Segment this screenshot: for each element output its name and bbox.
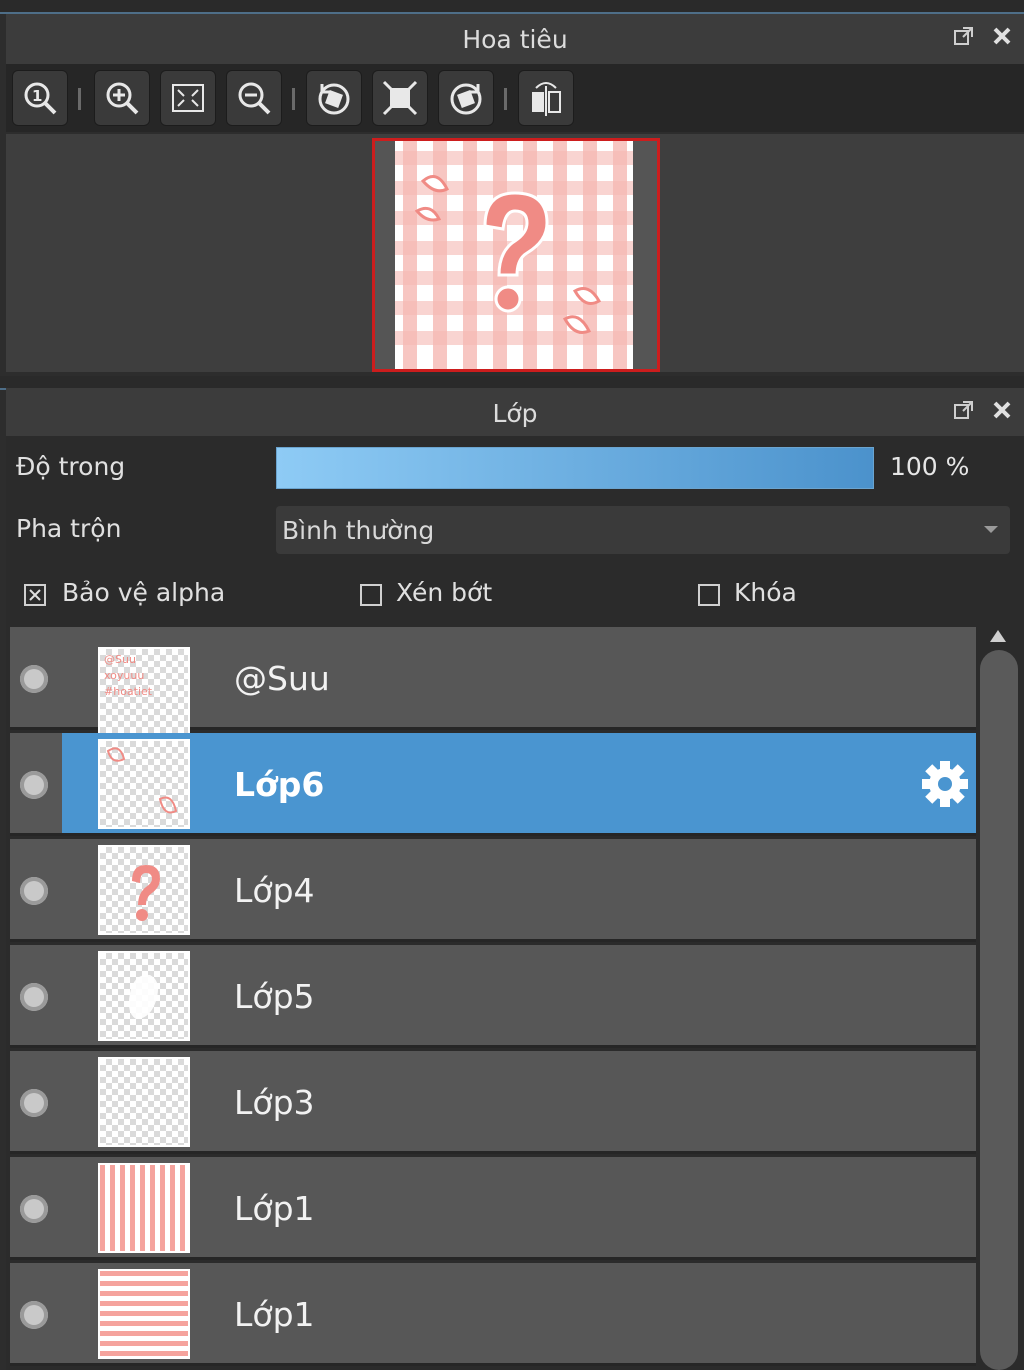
layers-panel-header: Lớp: [6, 388, 1024, 438]
svg-text:@Suu: @Suu: [104, 653, 136, 666]
layer-name: Lớp6: [234, 765, 325, 804]
layer-name: Lớp1: [234, 1189, 315, 1228]
undock-icon[interactable]: [952, 398, 976, 422]
gear-icon[interactable]: [920, 759, 970, 809]
layer-name: Lớp3: [234, 1083, 315, 1122]
close-icon[interactable]: [990, 24, 1014, 48]
selection-highlight: [62, 733, 976, 833]
zoom-out-button[interactable]: [226, 70, 282, 126]
navigator-toolbar: 1: [6, 64, 1024, 132]
layer-thumbnail: [98, 1057, 190, 1147]
chevron-down-icon: [984, 526, 998, 533]
layer-row[interactable]: Lớp3: [10, 1051, 976, 1154]
layer-row[interactable]: Lớp1: [10, 1157, 976, 1260]
layer-thumbnail: @Suu xoyuuu #hoatiet: [98, 647, 190, 737]
clipping-label: Xén bớt: [396, 578, 493, 607]
rotate-right-icon: [450, 83, 482, 115]
flip-horizontal-button[interactable]: [518, 70, 574, 126]
layers-scrollbar-thumb[interactable]: [980, 650, 1018, 1370]
fit-to-window-icon: [172, 84, 204, 112]
visibility-toggle[interactable]: [20, 983, 48, 1011]
flip-horizontal-icon: [532, 82, 561, 116]
toolbar-separator: [292, 88, 295, 110]
visibility-toggle[interactable]: [20, 1089, 48, 1117]
zoom-actual-size-icon: 1: [24, 82, 57, 115]
canvas-preview-image: [375, 141, 657, 369]
layer-thumbnail: [98, 739, 190, 829]
svg-text:#hoatiet: #hoatiet: [104, 685, 153, 698]
layer-thumbnail: [98, 845, 190, 935]
top-border: [0, 0, 1024, 14]
layer-row[interactable]: Lớp1: [10, 1263, 976, 1366]
layer-row[interactable]: Lớp5: [10, 945, 976, 1048]
layer-name: Lớp4: [234, 871, 315, 910]
reset-view-icon: [382, 80, 418, 116]
navigator-viewport-frame[interactable]: [372, 138, 660, 372]
opacity-label: Độ trong: [16, 452, 126, 481]
visibility-toggle[interactable]: [20, 877, 48, 905]
protect-alpha-label: Bảo vệ alpha: [62, 578, 226, 607]
reset-view-button[interactable]: [372, 70, 428, 126]
protect-alpha-checkbox[interactable]: [24, 584, 46, 606]
clipping-checkbox[interactable]: [360, 584, 382, 606]
layer-row[interactable]: Lớp4: [10, 839, 976, 942]
rotate-right-button[interactable]: [438, 70, 494, 126]
toolbar-separator: [78, 88, 81, 110]
fit-to-window-button[interactable]: [160, 70, 216, 126]
blend-mode-value: Bình thường: [282, 516, 435, 545]
visibility-toggle[interactable]: [20, 771, 48, 799]
close-icon[interactable]: [990, 398, 1014, 422]
lock-label: Khóa: [734, 578, 797, 607]
undock-icon[interactable]: [952, 24, 976, 48]
opacity-slider[interactable]: [276, 447, 874, 489]
lock-checkbox[interactable]: [698, 584, 720, 606]
layers-list: @Suu xoyuuu #hoatiet @Suu Lớp6 Lớp4 Lớp5…: [10, 627, 976, 1370]
visibility-toggle[interactable]: [20, 1301, 48, 1329]
layer-thumbnail: [98, 1163, 190, 1253]
toolbar-separator: [504, 88, 507, 110]
zoom-out-icon: [238, 82, 271, 115]
layer-name: @Suu: [234, 659, 330, 698]
layer-name: Lớp5: [234, 977, 315, 1016]
zoom-actual-size-button[interactable]: 1: [12, 70, 68, 126]
navigator-title: Hoa tiêu: [462, 24, 568, 54]
layers-title: Lớp: [492, 398, 538, 428]
layer-thumbnail: [98, 1269, 190, 1359]
layer-row[interactable]: Lớp6: [10, 733, 976, 836]
navigator-panel-header: Hoa tiêu: [6, 14, 1024, 64]
rotate-left-button[interactable]: [306, 70, 362, 126]
zoom-in-icon: [106, 82, 139, 115]
visibility-toggle[interactable]: [20, 1195, 48, 1223]
zoom-in-button[interactable]: [94, 70, 150, 126]
layer-thumbnail: [98, 951, 190, 1041]
layer-name: Lớp1: [234, 1295, 315, 1334]
svg-text:1: 1: [32, 87, 42, 105]
scroll-up-icon[interactable]: [990, 630, 1006, 642]
blend-mode-label: Pha trộn: [16, 514, 122, 543]
svg-text:xoyuuu: xoyuuu: [104, 669, 144, 682]
visibility-toggle[interactable]: [20, 665, 48, 693]
blend-mode-select[interactable]: Bình thường: [276, 506, 1010, 554]
opacity-value: 100 %: [890, 452, 970, 481]
layer-row[interactable]: @Suu xoyuuu #hoatiet @Suu: [10, 627, 976, 737]
rotate-left-icon: [318, 83, 350, 115]
